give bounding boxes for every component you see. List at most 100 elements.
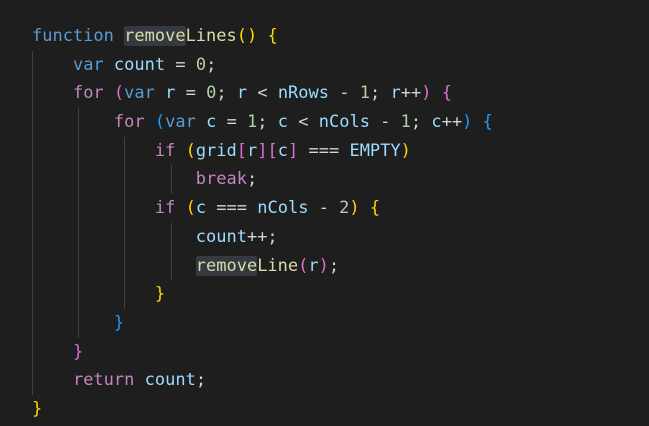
code-token: c	[277, 112, 289, 133]
code-token: {	[369, 198, 381, 219]
code-token: ;	[328, 255, 340, 276]
code-token: -	[369, 112, 401, 133]
code-token: <	[288, 112, 319, 133]
code-token: var	[72, 54, 104, 75]
code-token: (	[298, 255, 309, 276]
indent-guide	[124, 251, 125, 281]
code-token: ;	[216, 83, 237, 104]
code-token: <	[247, 83, 278, 104]
code-token: var	[165, 112, 196, 133]
code-token: ++	[441, 112, 463, 133]
code-token: count	[144, 370, 196, 391]
code-token: )	[349, 198, 360, 219]
code-token: }	[32, 398, 43, 419]
indent-guide	[32, 165, 33, 195]
code-token: EMPTY	[349, 140, 401, 161]
indent-guide	[124, 222, 125, 252]
code-token: [	[267, 140, 278, 161]
code-token: 1	[247, 112, 258, 133]
code-token: =	[165, 54, 196, 75]
code-token: [	[236, 140, 248, 161]
indent-guide	[32, 251, 33, 281]
code-token: if	[154, 140, 176, 161]
code-line[interactable]: return count;	[32, 366, 493, 395]
indent-guide	[171, 165, 172, 195]
code-token: {	[441, 83, 452, 104]
code-token: }	[113, 312, 125, 333]
code-line[interactable]: }	[32, 280, 493, 309]
code-token: (	[154, 112, 166, 133]
code-editor[interactable]: function removeLines() { var count = 0; …	[0, 0, 649, 426]
indent-guide	[78, 194, 79, 223]
indent-guide	[32, 366, 33, 395]
indent-guide	[78, 308, 79, 338]
indent-guide	[32, 108, 33, 137]
code-token: ++	[400, 83, 422, 104]
code-token: Lines	[185, 26, 237, 46]
code-token: ;	[206, 54, 217, 75]
code-token: (	[185, 198, 196, 219]
code-line[interactable]: }	[32, 308, 493, 338]
indent-guide	[124, 136, 125, 166]
code-token: ]	[288, 140, 299, 161]
code-area[interactable]: function removeLines() { var count = 0; …	[32, 22, 493, 424]
indent-guide	[78, 280, 79, 309]
code-token: ]	[257, 140, 268, 161]
code-token: )	[400, 140, 411, 161]
indent-guide	[32, 280, 33, 309]
code-token: remove	[124, 26, 186, 46]
code-token: }	[72, 341, 84, 362]
code-token: )	[318, 255, 329, 276]
code-line[interactable]: }	[32, 337, 493, 367]
code-token: r	[165, 83, 176, 104]
code-token: Line	[257, 255, 299, 276]
code-line[interactable]: count++;	[32, 222, 493, 252]
code-token: c	[195, 198, 207, 219]
code-line[interactable]: for (var r = 0; r < nRows - 1; r++) {	[32, 79, 493, 109]
code-token: 0	[195, 54, 207, 75]
code-line[interactable]: function removeLines() {	[32, 22, 493, 51]
code-token: ;	[246, 169, 258, 190]
code-token: remove	[195, 255, 258, 276]
code-token: (	[185, 140, 196, 161]
indent-guide	[124, 165, 125, 195]
code-token: break	[195, 169, 247, 190]
indent-guide	[32, 337, 33, 367]
indent-guide	[32, 194, 33, 223]
code-token: grid	[195, 140, 237, 161]
indent-guide	[124, 194, 125, 223]
code-token: 1	[400, 112, 411, 133]
indent-guide	[78, 222, 79, 252]
indent-guide	[32, 308, 33, 338]
code-line[interactable]: for (var c = 1; c < nCols - 1; c++) {	[32, 108, 493, 137]
code-token: 2	[339, 198, 350, 219]
code-line[interactable]: var count = 0;	[32, 50, 493, 80]
code-line[interactable]: removeLine(r);	[32, 251, 493, 281]
code-line[interactable]: if (grid[r][c] === EMPTY)	[32, 136, 493, 166]
code-token: nCols	[257, 198, 309, 219]
code-token: c	[431, 112, 442, 133]
code-line[interactable]: break;	[32, 165, 493, 195]
code-token: (	[113, 83, 125, 104]
code-token: for	[72, 83, 104, 104]
code-line[interactable]: if (c === nCols - 2) {	[32, 194, 493, 223]
code-line[interactable]: }	[32, 395, 493, 424]
code-token: -	[329, 83, 360, 104]
code-token: 1	[359, 83, 370, 104]
code-token: ()	[236, 26, 258, 46]
code-token: }	[154, 284, 166, 305]
code-token: return	[72, 370, 135, 391]
